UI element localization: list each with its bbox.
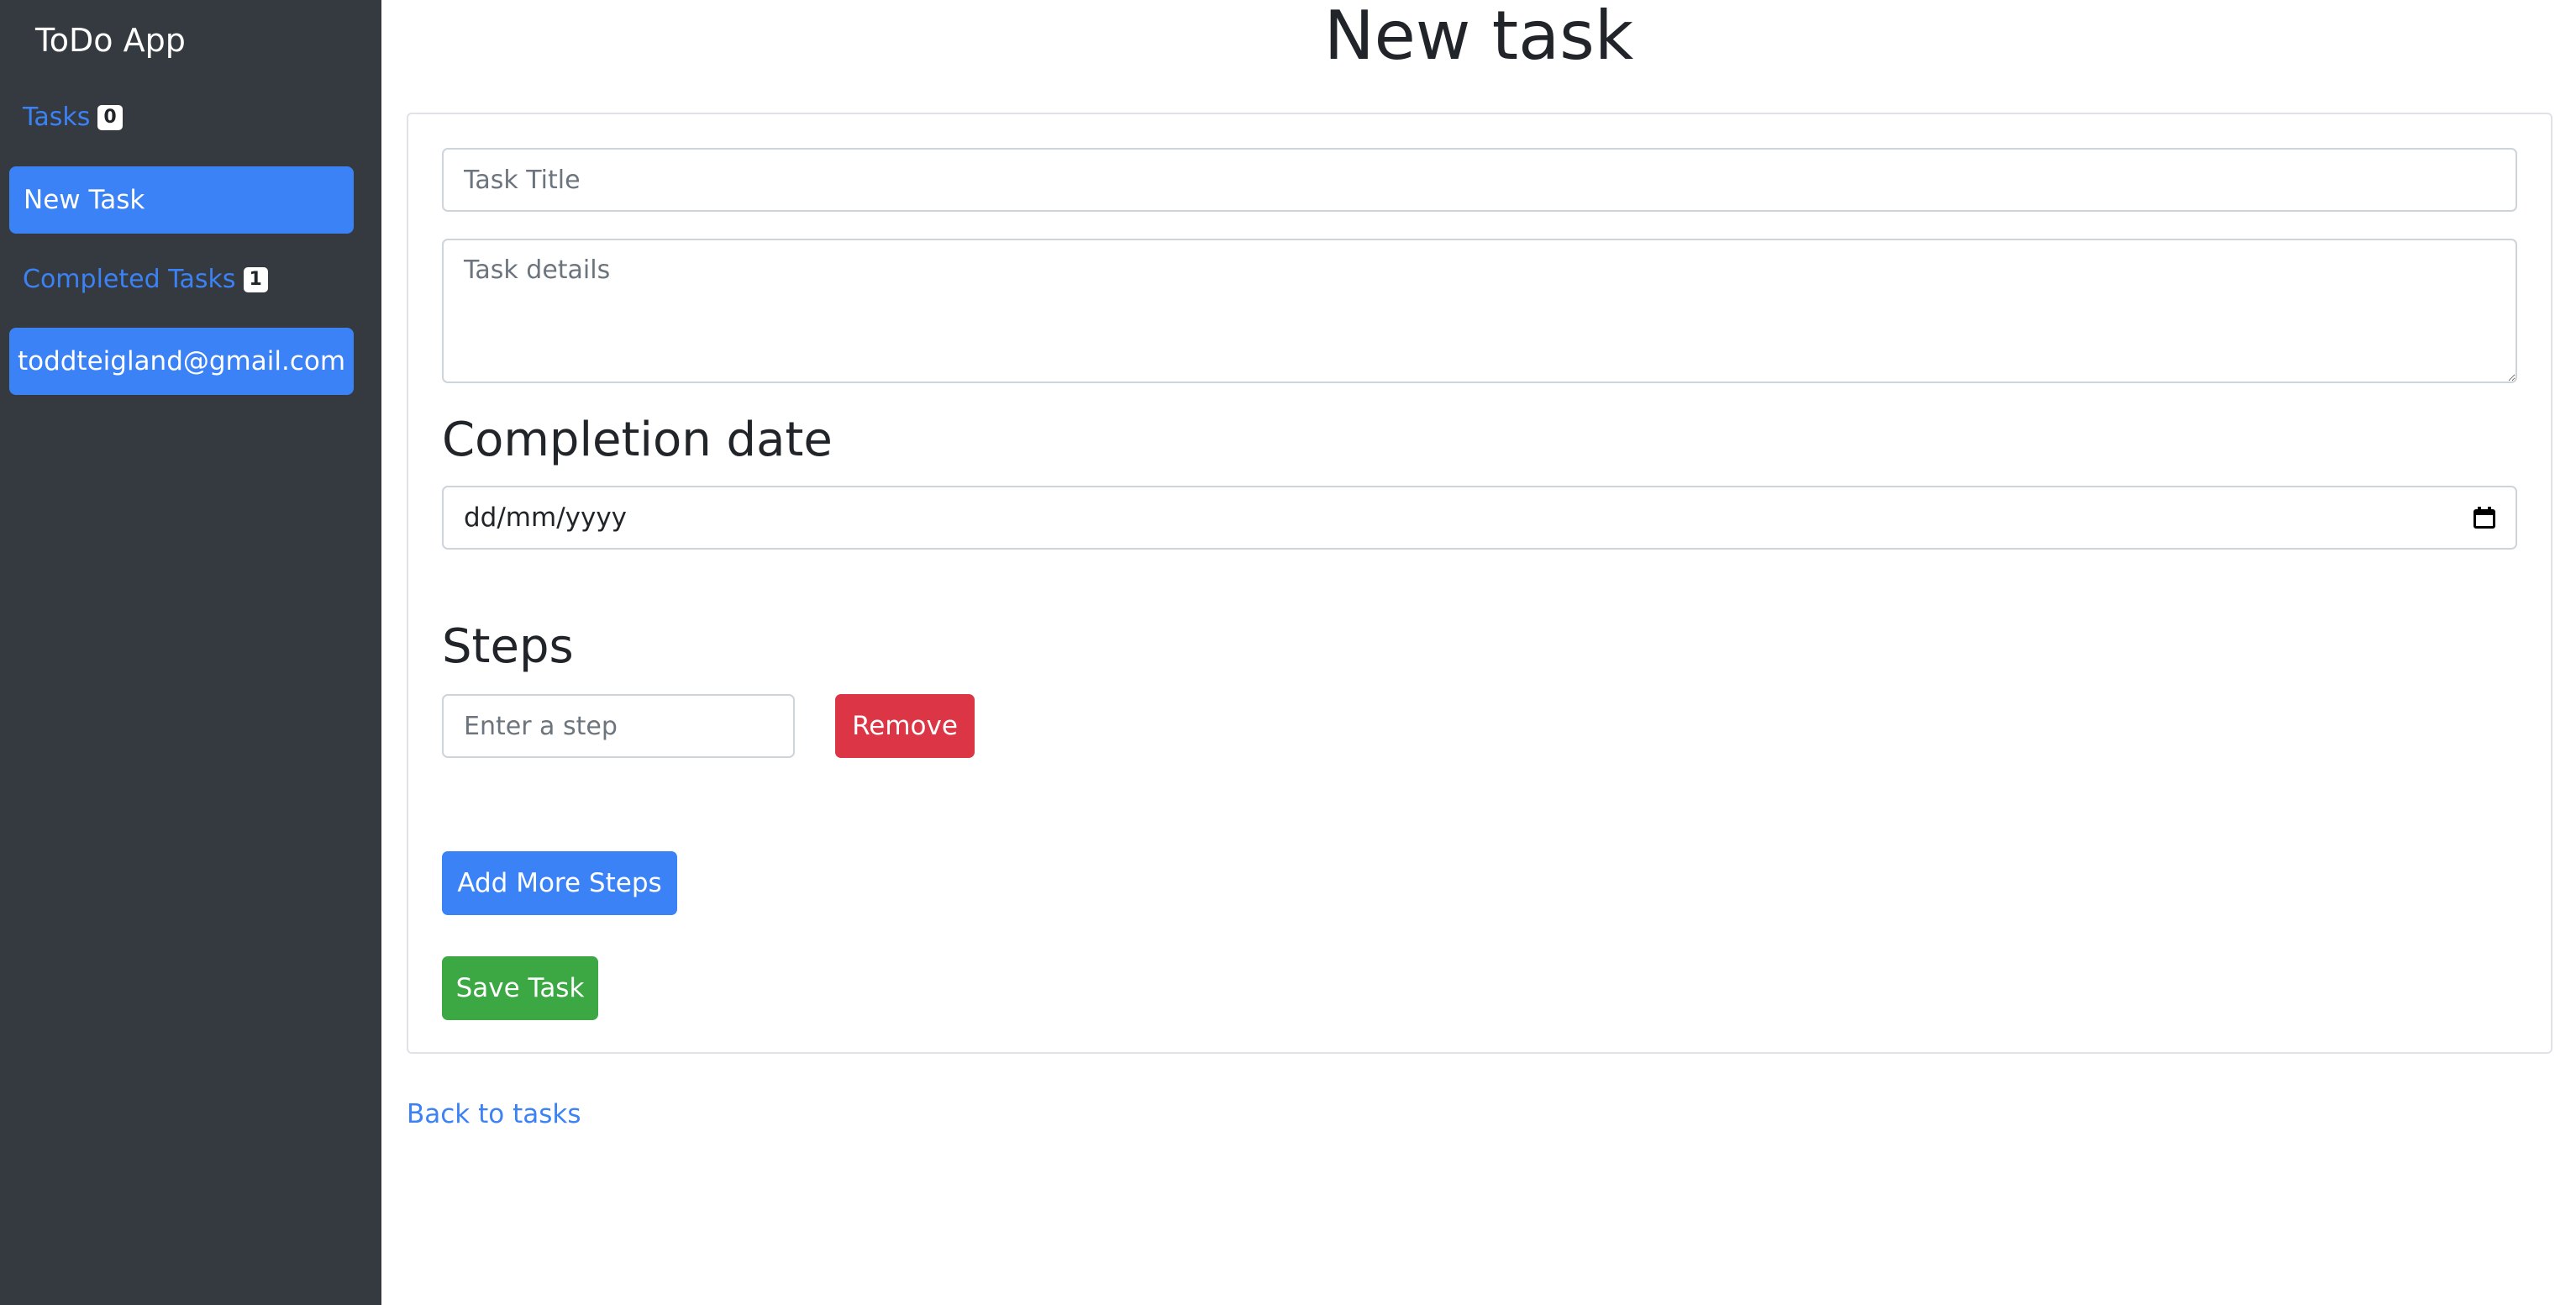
page-title: New task (1323, 0, 1634, 75)
completion-date-input[interactable]: dd/mm/yyyy (442, 486, 2517, 550)
back-to-tasks-link[interactable]: Back to tasks (407, 1099, 581, 1129)
completion-date-heading: Completion date (442, 413, 833, 467)
remove-step-button[interactable]: Remove (835, 694, 975, 758)
nav-tasks[interactable]: Tasks 0 (23, 103, 123, 132)
add-more-steps-button[interactable]: Add More Steps (442, 851, 677, 915)
completed-count-badge: 1 (243, 266, 268, 292)
date-placeholder: dd/mm/yyyy (464, 503, 628, 533)
steps-heading: Steps (442, 619, 574, 674)
user-email-button[interactable]: toddteigland@gmail.com (9, 328, 354, 395)
task-details-textarea[interactable] (442, 239, 2517, 383)
save-task-button[interactable]: Save Task (442, 956, 598, 1020)
user-email-label: toddteigland@gmail.com (17, 346, 346, 376)
nav-completed-label: Completed Tasks (23, 265, 236, 294)
nav-completed-tasks[interactable]: Completed Tasks 1 (23, 265, 268, 294)
step-input[interactable] (442, 694, 795, 758)
sidebar: ToDo App Tasks 0 New Task Completed Task… (0, 0, 381, 1305)
nav-new-task[interactable]: New Task (9, 166, 354, 234)
task-title-input[interactable] (442, 148, 2517, 212)
tasks-count-badge: 0 (97, 104, 123, 130)
nav-tasks-label: Tasks (23, 103, 91, 132)
calendar-icon[interactable] (2473, 507, 2495, 529)
nav-new-task-label: New Task (24, 185, 145, 215)
app-brand: ToDo App (35, 22, 186, 59)
